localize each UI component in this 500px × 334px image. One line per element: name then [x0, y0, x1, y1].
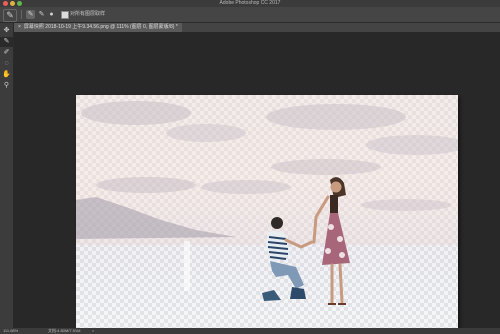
- options-bar: ✎ ✎ ✎ ● 对所有图层取样: [0, 7, 500, 23]
- lasso-icon: ◌: [4, 60, 9, 67]
- brush-tool-button[interactable]: ✎: [0, 37, 13, 47]
- subtract-from-selection-icon: ●: [49, 11, 54, 18]
- app-title: Adobe Photoshop CC 2017: [219, 0, 281, 6]
- hand-icon: ✋: [2, 71, 11, 78]
- canvas-area[interactable]: [14, 32, 500, 330]
- document-tab-label: 屏幕快照 2018-10-19 上午9.34.56.png @ 111% (图层…: [23, 24, 178, 30]
- move-icon: ✥: [3, 27, 10, 34]
- current-tool-preset-button[interactable]: ✎: [3, 9, 17, 22]
- quick-selection-icon: ✐: [3, 49, 10, 56]
- brush-icon: ✎: [6, 10, 14, 20]
- zoom-level[interactable]: 111.68%: [3, 328, 18, 334]
- options-divider: [21, 10, 22, 19]
- new-selection-icon: ✎: [27, 11, 34, 18]
- lasso-tool-button[interactable]: ◌: [0, 59, 13, 69]
- zoom-tool-button[interactable]: ⚲: [0, 81, 13, 91]
- new-selection-button[interactable]: ✎: [26, 10, 35, 19]
- document-tab-bar: × 屏幕快照 2018-10-19 上午9.34.56.png @ 111% (图…: [14, 23, 500, 32]
- title-bar: Adobe Photoshop CC 2017: [0, 0, 500, 7]
- quick-selection-tool-button[interactable]: ✐: [0, 48, 13, 58]
- tab-close-icon[interactable]: ×: [18, 24, 21, 30]
- status-bar: 111.68% 文档:4.80M/7.91M >: [0, 328, 500, 334]
- subtract-from-selection-button[interactable]: ●: [47, 10, 56, 19]
- document-image[interactable]: [76, 95, 458, 330]
- sample-all-layers-label: 对所有图层取样: [70, 11, 106, 17]
- tools-panel: ✥ ✎ ✐ ◌ ✋ ⚲: [0, 23, 14, 334]
- document-tab[interactable]: × 屏幕快照 2018-10-19 上午9.34.56.png @ 111% (图…: [14, 23, 182, 32]
- hand-tool-button[interactable]: ✋: [0, 70, 13, 80]
- sample-all-layers-checkbox[interactable]: [61, 11, 69, 19]
- add-to-selection-button[interactable]: ✎: [37, 10, 46, 19]
- status-menu-arrow[interactable]: >: [92, 328, 94, 334]
- move-tool-button[interactable]: ✥: [0, 26, 13, 36]
- photo-canvas: [76, 95, 458, 330]
- add-to-selection-icon: ✎: [38, 11, 45, 18]
- document-info: 文档:4.80M/7.91M: [48, 328, 81, 333]
- zoom-icon: ⚲: [3, 82, 10, 89]
- brush-icon: ✎: [3, 38, 10, 45]
